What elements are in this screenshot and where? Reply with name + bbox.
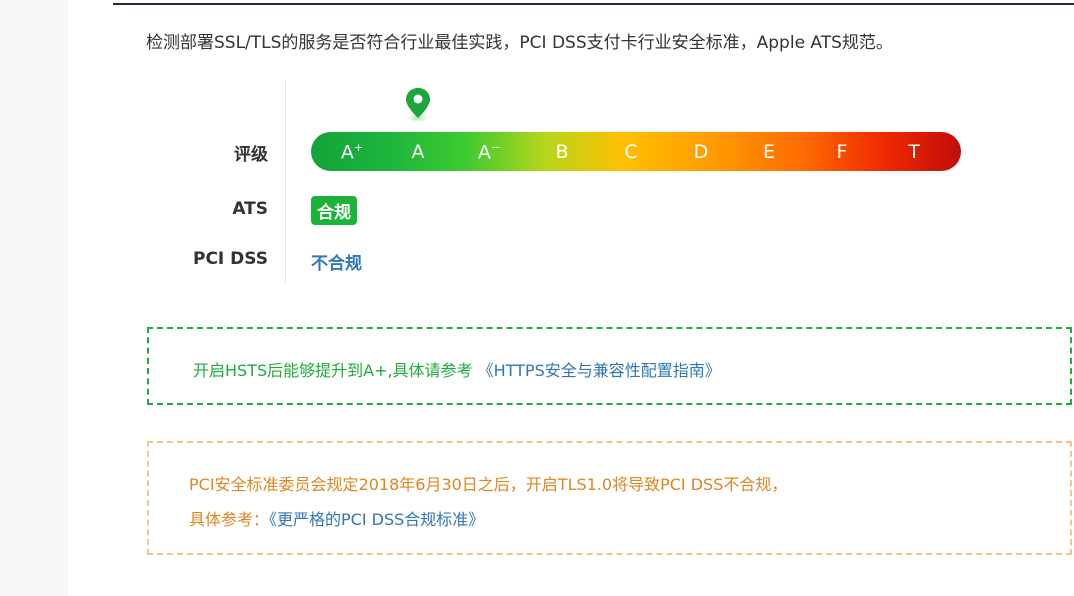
grade-letter-base: D <box>693 141 709 163</box>
grade-label: 评级 <box>234 145 268 165</box>
pci-notice-prefix: 具体参考： <box>189 510 270 529</box>
pci-status: 不合规 <box>311 254 362 274</box>
pci-notice-line1: PCI安全标准委员会规定2018年6月30日之后，开启TLS1.0将导致PCI … <box>189 475 788 494</box>
grade-letter-modifier: + <box>353 141 364 154</box>
grade-letter-base: B <box>555 141 569 163</box>
grade-letter-base: E <box>762 141 775 163</box>
vertical-divider <box>285 80 286 284</box>
grade-letter-base: T <box>908 141 920 163</box>
grade-letter-base: A <box>411 141 425 163</box>
pci-notice: PCI安全标准委员会规定2018年6月30日之后，开启TLS1.0将导致PCI … <box>147 441 1072 555</box>
grade-letter-modifier: − <box>490 141 501 154</box>
hsts-notice-text: 开启HSTS后能够提升到A+,具体请参考 《HTTPS安全与兼容性配置指南》 <box>193 357 721 381</box>
ats-label: ATS <box>232 199 268 219</box>
ats-status-badge: 合规 <box>311 196 357 225</box>
grade-letter-base: C <box>624 141 638 163</box>
top-divider <box>113 3 1074 5</box>
grade-letter: D <box>681 141 721 163</box>
grade-letter: T <box>894 141 934 163</box>
grade-letter-base: F <box>836 141 848 163</box>
grade-letter-base: A <box>477 141 491 164</box>
grade-letter: A+ <box>332 141 372 163</box>
pci-label: PCI DSS <box>192 249 268 269</box>
grade-letter: A <box>398 141 438 163</box>
map-pin-icon <box>406 88 430 122</box>
grade-letter: C <box>611 141 651 163</box>
grade-letter: B <box>542 141 582 163</box>
grade-letter-base: A <box>340 141 354 164</box>
grade-letter: E <box>749 141 789 163</box>
grade-letter: A− <box>469 141 509 163</box>
https-guide-link[interactable]: 《HTTPS安全与兼容性配置指南》 <box>478 361 721 380</box>
hsts-notice-message: 开启HSTS后能够提升到A+,具体请参考 <box>193 361 478 380</box>
report-panel: 检测部署SSL/TLS的服务是否符合行业最佳实践，PCI DSS支付卡行业安全标… <box>68 0 1074 596</box>
grade-letter: F <box>822 141 862 163</box>
pci-notice-line2: 具体参考：《更严格的PCI DSS合规标准》 <box>189 506 484 530</box>
pci-standard-link[interactable]: 《更严格的PCI DSS合规标准》 <box>269 510 484 529</box>
hsts-notice: 开启HSTS后能够提升到A+,具体请参考 《HTTPS安全与兼容性配置指南》 <box>147 327 1072 405</box>
intro-text: 检测部署SSL/TLS的服务是否符合行业最佳实践，PCI DSS支付卡行业安全标… <box>146 33 893 53</box>
